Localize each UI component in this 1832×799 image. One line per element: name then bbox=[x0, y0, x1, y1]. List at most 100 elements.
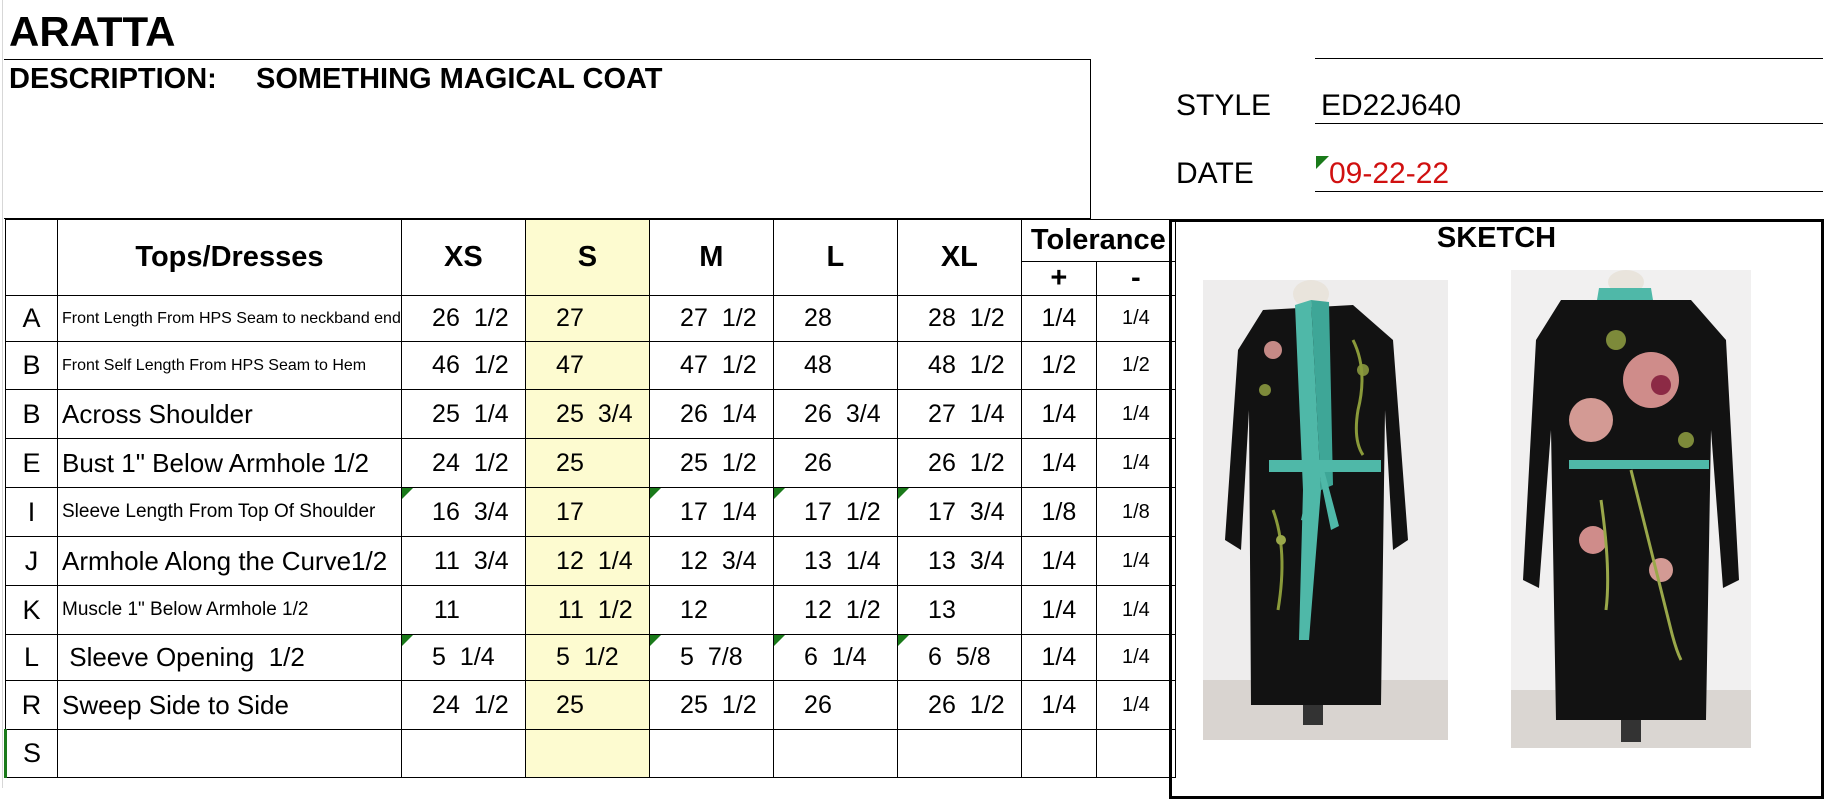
tolerance-minus-cell[interactable]: 1/8 bbox=[1095, 487, 1176, 537]
tolerance-plus-cell[interactable]: 1/4 bbox=[1020, 389, 1097, 439]
size-s-cell[interactable]: 12 1/4 bbox=[524, 536, 650, 586]
date-value[interactable]: 09-22-22 bbox=[1329, 157, 1449, 191]
row-letter[interactable]: I bbox=[5, 487, 58, 537]
row-letter[interactable]: K bbox=[5, 585, 58, 635]
row-description[interactable]: Muscle 1" Below Armhole 1/2 bbox=[57, 585, 402, 635]
size-l-cell[interactable]: 26 3/4 bbox=[772, 389, 898, 439]
size-s-cell[interactable]: 27 bbox=[524, 295, 650, 342]
row-letter[interactable]: B bbox=[5, 341, 58, 390]
tolerance-minus-cell[interactable]: 1/4 bbox=[1095, 585, 1176, 635]
tolerance-minus-cell[interactable]: 1/4 bbox=[1095, 295, 1176, 342]
size-xs-cell[interactable]: 25 1/4 bbox=[400, 389, 526, 439]
tolerance-plus-cell[interactable]: 1/8 bbox=[1020, 487, 1097, 537]
size-xl-cell[interactable]: 26 1/2 bbox=[896, 438, 1022, 488]
row-letter[interactable]: B bbox=[5, 389, 58, 439]
size-xs-cell[interactable]: 46 1/2 bbox=[400, 341, 526, 390]
row-letter[interactable]: E bbox=[5, 438, 58, 488]
row-letter[interactable]: R bbox=[5, 680, 58, 730]
size-s-cell[interactable]: 47 bbox=[524, 341, 650, 390]
size-l-cell[interactable]: 17 1/2 bbox=[772, 487, 898, 537]
tolerance-plus-cell[interactable]: 1/2 bbox=[1020, 341, 1097, 390]
size-l-cell[interactable]: 48 bbox=[772, 341, 898, 390]
tolerance-minus-cell[interactable]: 1/4 bbox=[1095, 438, 1176, 488]
size-l-cell[interactable] bbox=[772, 729, 898, 778]
row-description[interactable]: Across Shoulder bbox=[57, 389, 402, 439]
tolerance-minus-cell[interactable]: 1/2 bbox=[1095, 341, 1176, 390]
coat-back-photo[interactable] bbox=[1511, 270, 1751, 748]
row-description[interactable]: Front Self Length From HPS Seam to Hem bbox=[57, 341, 402, 390]
size-xs-cell[interactable]: 24 1/2 bbox=[400, 680, 526, 730]
tolerance-minus-cell[interactable]: 1/4 bbox=[1095, 389, 1176, 439]
row-letter[interactable]: A bbox=[5, 295, 58, 342]
size-l-cell[interactable]: 28 bbox=[772, 295, 898, 342]
whole-value: 26 bbox=[928, 448, 956, 477]
size-xs-cell[interactable]: 11 bbox=[400, 585, 526, 635]
tolerance-minus-cell[interactable] bbox=[1095, 729, 1176, 778]
size-xl-cell[interactable]: 28 1/2 bbox=[896, 295, 1022, 342]
size-xs-cell[interactable]: 24 1/2 bbox=[400, 438, 526, 488]
size-m-cell[interactable]: 27 1/2 bbox=[648, 295, 774, 342]
fraction-value: 5/8 bbox=[955, 643, 991, 671]
tolerance-plus-cell[interactable]: 1/4 bbox=[1020, 295, 1097, 342]
size-xl-cell[interactable]: 48 1/2 bbox=[896, 341, 1022, 390]
row-letter[interactable]: J bbox=[5, 536, 58, 586]
size-m-cell[interactable]: 12 bbox=[648, 585, 774, 635]
size-xl-cell[interactable]: 13 bbox=[896, 585, 1022, 635]
row-description[interactable]: Bust 1" Below Armhole 1/2 bbox=[57, 438, 402, 488]
size-xl-cell[interactable]: 17 3/4 bbox=[896, 487, 1022, 537]
size-m-cell[interactable]: 26 1/4 bbox=[648, 389, 774, 439]
row-description[interactable] bbox=[57, 729, 402, 778]
tolerance-plus-cell[interactable]: 1/4 bbox=[1020, 536, 1097, 586]
size-m-cell[interactable]: 47 1/2 bbox=[648, 341, 774, 390]
size-l-cell[interactable]: 26 bbox=[772, 680, 898, 730]
description-value[interactable]: SOMETHING MAGICAL COAT bbox=[256, 63, 663, 96]
tolerance-minus-cell[interactable]: 1/4 bbox=[1095, 680, 1176, 730]
tolerance-plus-cell[interactable]: 1/4 bbox=[1020, 634, 1097, 681]
row-description[interactable]: Sleeve Opening 1/2 bbox=[57, 634, 402, 681]
size-m-cell[interactable]: 12 3/4 bbox=[648, 536, 774, 586]
size-header-xl: XL bbox=[896, 219, 1022, 296]
row-description[interactable]: Front Length From HPS Seam to neckband e… bbox=[57, 295, 402, 342]
row-letter[interactable]: L bbox=[5, 634, 58, 681]
size-s-cell[interactable]: 5 1/2 bbox=[524, 634, 650, 681]
row-description[interactable]: Armhole Along the Curve1/2 bbox=[57, 536, 402, 586]
tolerance-plus-cell[interactable] bbox=[1020, 729, 1097, 778]
size-xs-cell[interactable]: 26 1/2 bbox=[400, 295, 526, 342]
size-s-cell[interactable]: 11 1/2 bbox=[524, 585, 650, 635]
fraction-value: 1/4 bbox=[459, 643, 495, 671]
size-m-cell[interactable]: 25 1/2 bbox=[648, 680, 774, 730]
tolerance-plus-cell[interactable]: 1/4 bbox=[1020, 585, 1097, 635]
size-s-cell[interactable] bbox=[524, 729, 650, 778]
size-m-cell[interactable]: 5 7/8 bbox=[648, 634, 774, 681]
row-description[interactable]: Sweep Side to Side bbox=[57, 680, 402, 730]
size-s-cell[interactable]: 25 bbox=[524, 680, 650, 730]
size-xl-cell[interactable]: 6 5/8 bbox=[896, 634, 1022, 681]
size-xs-cell[interactable] bbox=[400, 729, 526, 778]
tolerance-plus-cell[interactable]: 1/4 bbox=[1020, 680, 1097, 730]
size-xl-cell[interactable]: 27 1/4 bbox=[896, 389, 1022, 439]
table-row: L Sleeve Opening 1/2 5 1/4 5 1/2 5 7/8 6 1/4 6 5/8… bbox=[5, 634, 1176, 681]
size-m-cell[interactable]: 25 1/2 bbox=[648, 438, 774, 488]
size-m-cell[interactable]: 17 1/4 bbox=[648, 487, 774, 537]
size-s-cell[interactable]: 17 bbox=[524, 487, 650, 537]
size-s-cell[interactable]: 25 bbox=[524, 438, 650, 488]
size-xl-cell[interactable]: 13 3/4 bbox=[896, 536, 1022, 586]
tolerance-plus-cell[interactable]: 1/4 bbox=[1020, 438, 1097, 488]
size-l-cell[interactable]: 12 1/2 bbox=[772, 585, 898, 635]
tolerance-minus-cell[interactable]: 1/4 bbox=[1095, 536, 1176, 586]
row-letter[interactable]: S bbox=[4, 729, 58, 778]
size-xs-cell[interactable]: 16 3/4 bbox=[400, 487, 526, 537]
size-m-cell[interactable] bbox=[648, 729, 774, 778]
size-l-cell[interactable]: 13 1/4 bbox=[772, 536, 898, 586]
size-xs-cell[interactable]: 5 1/4 bbox=[400, 634, 526, 681]
size-xs-cell[interactable]: 11 3/4 bbox=[400, 536, 526, 586]
size-s-cell[interactable]: 25 3/4 bbox=[524, 389, 650, 439]
coat-front-photo[interactable] bbox=[1203, 280, 1448, 740]
row-description[interactable]: Sleeve Length From Top Of Shoulder bbox=[57, 487, 402, 537]
tolerance-minus-cell[interactable]: 1/4 bbox=[1095, 634, 1176, 681]
size-l-cell[interactable]: 26 bbox=[772, 438, 898, 488]
size-xl-cell[interactable]: 26 1/2 bbox=[896, 680, 1022, 730]
size-xl-cell[interactable] bbox=[896, 729, 1022, 778]
size-l-cell[interactable]: 6 1/4 bbox=[772, 634, 898, 681]
style-value[interactable]: ED22J640 bbox=[1321, 89, 1461, 123]
